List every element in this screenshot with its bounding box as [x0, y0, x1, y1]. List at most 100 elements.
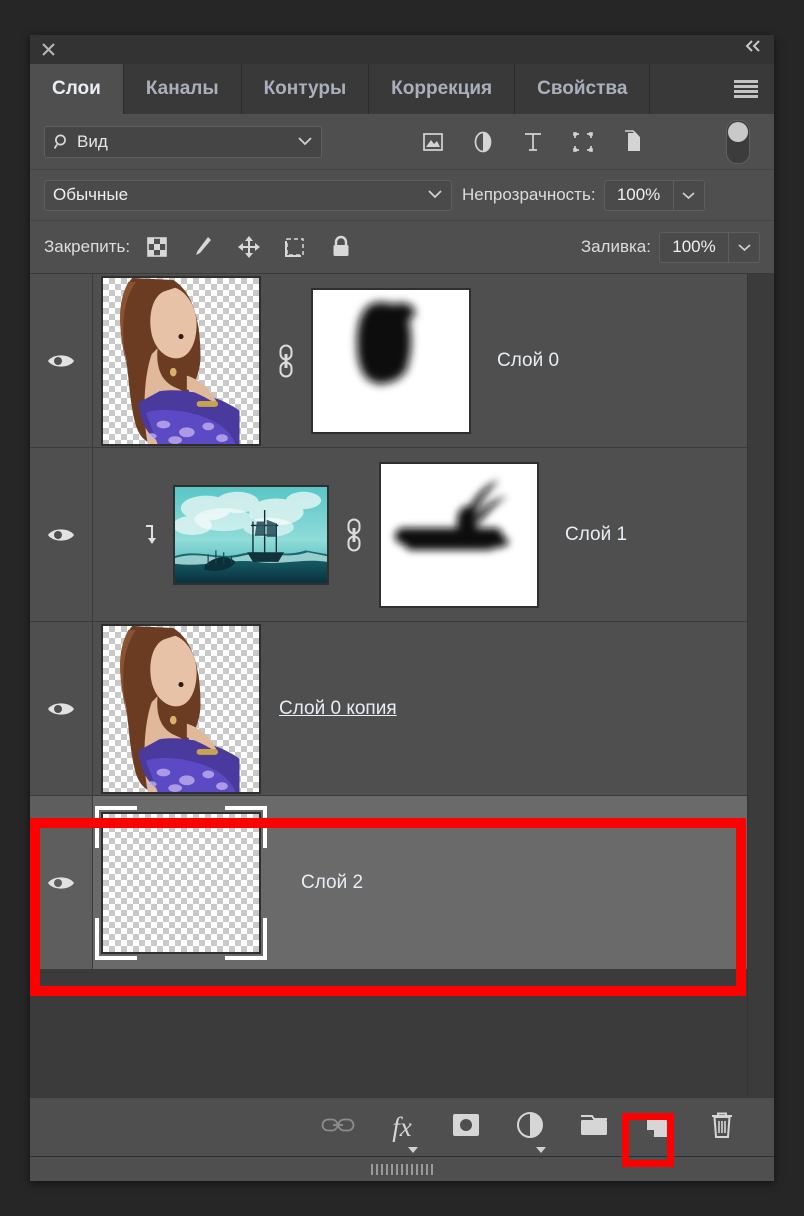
chevron-down-icon[interactable]	[536, 1147, 546, 1153]
chevron-down-icon[interactable]	[408, 1147, 418, 1153]
tabs-filler	[650, 64, 774, 114]
lock-row: Закрепить:	[30, 221, 774, 274]
half-circle-icon	[516, 1111, 544, 1144]
filter-value: Вид	[77, 132, 108, 152]
filter-pixel-icon[interactable]	[420, 129, 446, 155]
layer-name[interactable]: Слой 2	[301, 872, 363, 894]
layer-row[interactable]: Слой 0	[30, 274, 774, 448]
layers-panel: Слои Каналы Контуры Коррекция Свойства	[30, 35, 774, 1181]
lock-transparent-pixels-icon[interactable]	[144, 234, 170, 260]
grip-lines-icon	[371, 1164, 433, 1175]
close-icon[interactable]	[38, 39, 58, 59]
mask-link-icon[interactable]	[269, 344, 303, 378]
tab-layers[interactable]: Слои	[30, 64, 124, 114]
tab-properties[interactable]: Свойства	[515, 64, 650, 114]
layer-mask-thumbnail[interactable]	[311, 288, 471, 434]
lock-artboard-nesting-icon[interactable]	[282, 234, 308, 260]
panel-body: Вид	[30, 114, 774, 1181]
opacity-chevron-down-icon[interactable]	[673, 180, 705, 211]
layer-thumbnail[interactable]	[173, 485, 329, 585]
blend-opacity-row: Обычные Непрозрачность: 100%	[30, 170, 774, 221]
tab-label: Свойства	[537, 78, 627, 100]
layer-row[interactable]: Слой 2	[30, 796, 774, 970]
filter-enable-toggle[interactable]	[726, 120, 750, 164]
search-icon	[53, 133, 71, 151]
layer-mask-icon	[451, 1112, 481, 1143]
add-layer-mask-button[interactable]	[448, 1109, 484, 1145]
new-group-button[interactable]	[576, 1109, 612, 1145]
filter-shape-icon[interactable]	[570, 129, 596, 155]
chevron-down-icon[interactable]	[297, 133, 313, 151]
lock-position-icon[interactable]	[236, 234, 262, 260]
layer-thumbnail[interactable]	[101, 624, 261, 794]
layer-row[interactable]: Слой 1	[30, 448, 774, 622]
layer-name[interactable]: Слой 1	[565, 524, 627, 546]
screenshot-root: Слои Каналы Контуры Коррекция Свойства	[0, 0, 804, 1216]
filter-adjustment-icon[interactable]	[470, 129, 496, 155]
filter-kind-select[interactable]: Вид	[44, 126, 322, 158]
panel-resize-grip[interactable]	[30, 1156, 774, 1181]
eye-icon	[46, 698, 76, 720]
lock-label: Закрепить:	[44, 237, 130, 257]
filter-smart-object-icon[interactable]	[620, 129, 646, 155]
tab-label: Контуры	[264, 78, 347, 100]
layers-footer-toolbar: fx	[30, 1097, 774, 1156]
collapse-panel-icon[interactable]	[742, 39, 766, 59]
transparency-checker	[103, 814, 259, 952]
thumbnail-artwork-ship-sea	[175, 487, 327, 583]
filter-type-icons	[420, 129, 646, 155]
lock-all-icon[interactable]	[328, 234, 354, 260]
trash-icon	[709, 1111, 735, 1144]
blend-mode-select[interactable]: Обычные	[44, 180, 452, 211]
tab-paths[interactable]: Контуры	[242, 64, 370, 114]
folder-icon	[579, 1113, 609, 1142]
panel-titlebar	[30, 35, 774, 64]
panel-tabs: Слои Каналы Контуры Коррекция Свойства	[30, 64, 774, 114]
lock-image-pixels-icon[interactable]	[190, 234, 216, 260]
mask-link-icon[interactable]	[337, 518, 371, 552]
opacity-input[interactable]: 100%	[604, 180, 673, 211]
layer-visibility-toggle[interactable]	[30, 796, 93, 969]
layer-thumbnail[interactable]	[101, 276, 261, 446]
hamburger-menu-icon[interactable]	[734, 80, 758, 98]
tab-label: Каналы	[146, 78, 219, 100]
layers-list-scrollbar[interactable]	[747, 274, 774, 1097]
thumbnail-artwork-portrait	[103, 278, 259, 444]
tab-channels[interactable]: Каналы	[124, 64, 242, 114]
thumbnail-artwork-portrait	[103, 626, 259, 792]
layer-name[interactable]: Слой 0	[497, 350, 559, 372]
link-icon	[321, 1116, 355, 1139]
opacity-label: Непрозрачность:	[462, 185, 596, 205]
layer-filter-row: Вид	[30, 114, 774, 170]
eye-icon	[46, 872, 76, 894]
link-layers-button[interactable]	[320, 1109, 356, 1145]
tab-label: Слои	[52, 78, 101, 100]
layer-styles-button[interactable]: fx	[384, 1109, 420, 1145]
layers-list-empty-area	[30, 970, 774, 1097]
fx-icon: fx	[392, 1114, 412, 1141]
clipping-mask-arrow-icon	[135, 524, 169, 546]
delete-layer-button[interactable]	[704, 1109, 740, 1145]
fill-input[interactable]: 100%	[659, 232, 728, 263]
fill-value: 100%	[672, 237, 715, 257]
layer-visibility-toggle[interactable]	[30, 448, 93, 621]
fill-chevron-down-icon[interactable]	[728, 232, 760, 263]
new-layer-button[interactable]	[640, 1109, 676, 1145]
layer-mask-thumbnail[interactable]	[379, 462, 539, 608]
layers-list[interactable]: Слой 0	[30, 274, 774, 1097]
layer-visibility-toggle[interactable]	[30, 622, 93, 795]
chevron-down-icon[interactable]	[427, 186, 443, 204]
lock-icon-group	[144, 234, 354, 260]
layer-visibility-toggle[interactable]	[30, 274, 93, 447]
new-fill-adjustment-button[interactable]	[512, 1109, 548, 1145]
tab-label: Коррекция	[391, 78, 492, 100]
tab-adjustments[interactable]: Коррекция	[369, 64, 515, 114]
blend-mode-value: Обычные	[53, 185, 128, 205]
layer-name[interactable]: Слой 0 копия	[279, 698, 397, 720]
layer-thumbnail[interactable]	[101, 812, 261, 954]
fill-label: Заливка:	[581, 237, 651, 257]
layer-row[interactable]: Слой 0 копия	[30, 622, 774, 796]
opacity-value: 100%	[617, 185, 660, 205]
filter-type-icon[interactable]	[520, 129, 546, 155]
new-layer-icon	[645, 1111, 671, 1144]
